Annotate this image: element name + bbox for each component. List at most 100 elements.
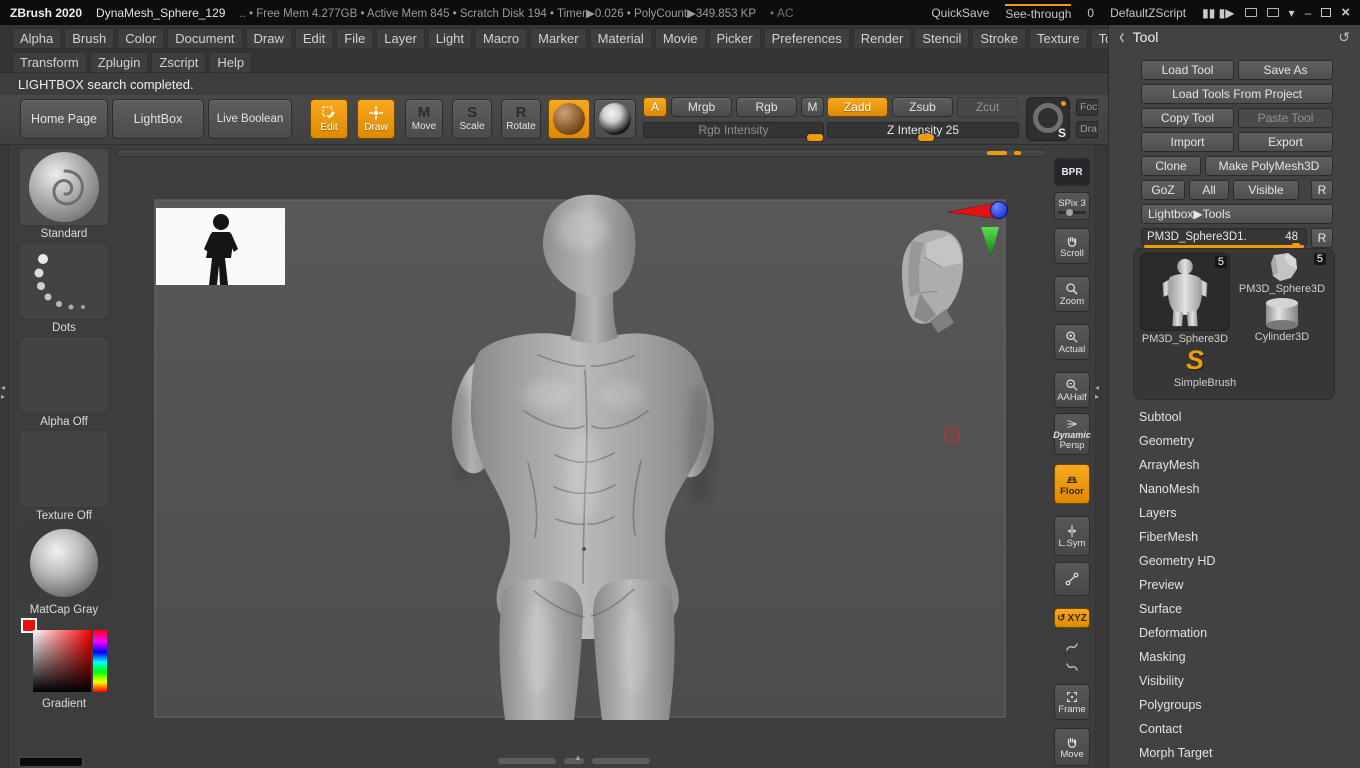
hue-strip[interactable]	[93, 630, 107, 692]
save-as-button[interactable]: Save As	[1238, 60, 1333, 80]
tool-section-header[interactable]: Polygroups	[1109, 693, 1360, 717]
expand-right-icon[interactable]: ▸	[1, 392, 5, 401]
close-icon[interactable]: ×	[1341, 5, 1350, 20]
home-page-button[interactable]: Home Page	[20, 99, 108, 139]
scroll-segment[interactable]	[498, 758, 556, 764]
zscript-playback-icons[interactable]: ▮▮ ▮▶	[1202, 6, 1234, 20]
alpha-selector[interactable]: Alpha Off	[14, 336, 114, 428]
rgb-toggle[interactable]: Rgb	[736, 97, 797, 117]
slider-r-button[interactable]: R	[1311, 228, 1333, 248]
scroll-button[interactable]: Scroll	[1054, 228, 1090, 264]
menu-item[interactable]: File	[336, 27, 374, 49]
rgb-intensity-slider[interactable]: Rgb Intensity	[643, 122, 824, 141]
current-material-button[interactable]	[548, 99, 590, 139]
menu-item[interactable]: Zscript	[151, 51, 207, 73]
color-selector[interactable]: Gradient	[14, 618, 114, 710]
panel-refresh-icon[interactable]: ↺	[1338, 29, 1350, 46]
scroll-segment[interactable]	[592, 758, 650, 764]
menu-item[interactable]: Stencil	[914, 27, 970, 49]
tool-section-header[interactable]: Morph Target	[1109, 741, 1360, 765]
menu-item[interactable]: Transform	[12, 51, 87, 73]
live-boolean-button[interactable]: Live Boolean	[208, 99, 292, 139]
saturation-value-square[interactable]	[33, 630, 91, 692]
menu-item[interactable]: Picker	[708, 27, 761, 49]
menu-item[interactable]: Zplugin	[89, 51, 149, 73]
lightbox-tools-button[interactable]: Lightbox▶Tools	[1141, 204, 1333, 224]
zoom-button[interactable]: Zoom	[1054, 276, 1090, 312]
move-mode-button[interactable]: M Move	[405, 99, 443, 139]
tray-expand-icon[interactable]: ▸	[1095, 392, 1099, 401]
restore-icon[interactable]	[1321, 8, 1332, 17]
material-selector[interactable]: MatCap Gray	[14, 524, 114, 616]
goz-button[interactable]: GoZ	[1141, 180, 1185, 200]
menu-item[interactable]: Render	[852, 27, 912, 49]
zscript-label[interactable]: DefaultZScript	[1110, 6, 1186, 20]
bottom-scrollbar[interactable]: ▲	[498, 753, 650, 764]
rotate-curve-icon-2[interactable]	[1054, 658, 1090, 676]
tool-section-header[interactable]: Surface	[1109, 597, 1360, 621]
stroke-selector[interactable]: Dots	[14, 242, 114, 334]
scale-mode-button[interactable]: S Scale	[452, 99, 492, 139]
menu-item[interactable]: Draw	[245, 27, 292, 49]
color-picker-widget[interactable]: S	[1026, 97, 1070, 141]
head-tool-thumbnail[interactable]: 5	[1236, 251, 1328, 283]
tool-section-header[interactable]: Visibility	[1109, 669, 1360, 693]
tool-section-header[interactable]: Masking	[1109, 645, 1360, 669]
brush-selector[interactable]: Standard	[14, 148, 114, 240]
menu-item[interactable]: Edit	[294, 27, 334, 49]
tool-section-header[interactable]: Geometry HD	[1109, 549, 1360, 573]
spix-knob[interactable]	[1066, 209, 1073, 216]
spix-slider[interactable]: SPix 3	[1054, 192, 1090, 220]
menu-item[interactable]: Material	[589, 27, 652, 49]
lightbox-thumbnail[interactable]	[156, 208, 285, 285]
import-button[interactable]: Import	[1141, 132, 1234, 152]
texture-selector[interactable]: Texture Off	[14, 430, 114, 522]
second-screen-icon[interactable]	[1266, 8, 1279, 17]
screen-config-icon[interactable]	[1244, 8, 1257, 17]
menu-item[interactable]: Movie	[654, 27, 706, 49]
xyz-rotation-button[interactable]: ↺ XYZ	[1054, 608, 1090, 628]
seethrough-slider[interactable]: See-through	[1005, 4, 1072, 21]
menu-item[interactable]: Document	[167, 27, 243, 49]
goz-r-button[interactable]: R	[1311, 180, 1333, 200]
tool-section-header[interactable]: Layers	[1109, 501, 1360, 525]
clone-button[interactable]: Clone	[1141, 156, 1201, 176]
menu-item[interactable]: Marker	[530, 27, 587, 49]
z-intensity-slider[interactable]: Z Intensity 25	[827, 122, 1019, 141]
tool-section-header[interactable]: NanoMesh	[1109, 477, 1360, 501]
tool-section-header[interactable]: ArrayMesh	[1109, 453, 1360, 477]
tool-section-header[interactable]: Preview	[1109, 573, 1360, 597]
z-intensity-handle[interactable]	[918, 134, 934, 141]
load-tool-button[interactable]: Load Tool	[1141, 60, 1234, 80]
left-tray-divider[interactable]: ◂ ▸	[0, 145, 10, 768]
collapse-ui-icon[interactable]: ▾	[1289, 6, 1295, 20]
frame-button[interactable]: Frame	[1054, 684, 1090, 720]
menu-item[interactable]: Help	[209, 51, 253, 73]
draw-size-slider-clipped[interactable]: Dra	[1076, 121, 1098, 138]
selected-tool-thumbnail[interactable]: 5	[1140, 253, 1230, 331]
local-symmetry-button[interactable]: L.Sym	[1054, 516, 1090, 556]
transpose-button[interactable]	[1054, 562, 1090, 596]
active-tool-slider[interactable]: PM3D_Sphere3D1. 48	[1141, 228, 1307, 250]
load-tools-from-project-button[interactable]: Load Tools From Project	[1141, 84, 1333, 104]
zsub-toggle[interactable]: Zsub	[892, 97, 953, 117]
move-canvas-button[interactable]: Move	[1054, 728, 1090, 766]
menu-item[interactable]: Brush	[64, 27, 115, 49]
menu-item[interactable]: Macro	[474, 27, 528, 49]
bpr-button[interactable]: BPR	[1054, 158, 1090, 186]
spix-track[interactable]	[1058, 209, 1086, 216]
tool-section-header[interactable]: Subtool	[1109, 405, 1360, 429]
tool-section-header[interactable]: Geometry	[1109, 429, 1360, 453]
panel-back-icon[interactable]: ‹	[1119, 24, 1125, 50]
menu-item[interactable]: Alpha	[12, 27, 62, 49]
draw-mode-button[interactable]: Draw	[357, 99, 395, 139]
actual-button[interactable]: Actual	[1054, 324, 1090, 360]
tray-collapse-icon[interactable]: ◂	[1095, 383, 1099, 392]
zadd-toggle[interactable]: Zadd	[827, 97, 888, 117]
mrgb-toggle[interactable]: Mrgb	[671, 97, 732, 117]
rotate-curve-icon-1[interactable]	[1054, 638, 1090, 656]
make-polymesh3d-button[interactable]: Make PolyMesh3D	[1205, 156, 1333, 176]
menu-item[interactable]: Texture	[1028, 27, 1088, 49]
a-toggle-button[interactable]: A	[643, 97, 667, 117]
edit-mode-button[interactable]: Edit	[310, 99, 348, 139]
